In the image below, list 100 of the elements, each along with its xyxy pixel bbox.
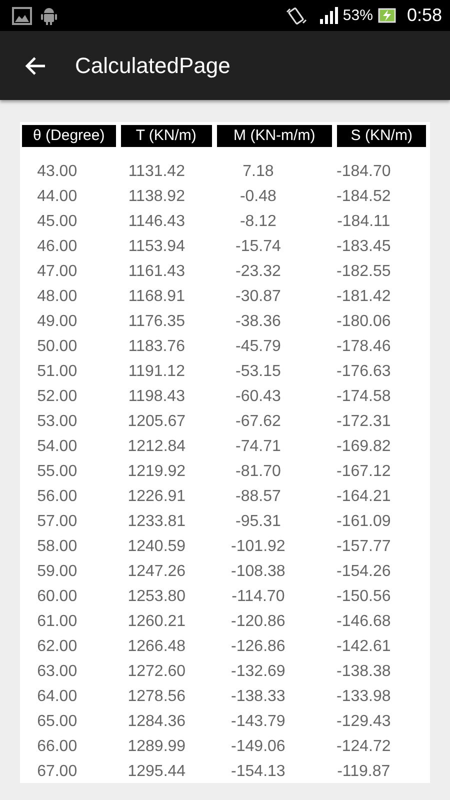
table-cell: -126.86: [231, 638, 286, 654]
table-cell: 1183.76: [128, 338, 185, 354]
column-header: M (KN-m/m): [216, 125, 332, 147]
table-cell: 1191.12: [128, 362, 185, 380]
table-cell: -172.31: [336, 412, 391, 430]
table-cell: 66.00: [37, 738, 78, 754]
table-cell: -38.36: [236, 312, 281, 330]
table-cell: -154.26: [336, 562, 391, 580]
table-cell: 1168.91: [128, 288, 185, 304]
table-cell: 1272.60: [128, 662, 186, 680]
table-cell: -132.69: [231, 662, 286, 680]
column-header: S (KN/m): [337, 125, 426, 147]
table-cell: 46.00: [37, 238, 78, 254]
table-cell: -169.82: [336, 438, 391, 454]
table-cell: 58.00: [37, 538, 78, 554]
table-cell: -150.56: [336, 588, 391, 604]
table-cell: -119.87: [337, 762, 390, 780]
table-cell: -138.38: [336, 662, 391, 680]
table-cell: 47.00: [37, 262, 78, 280]
table-cell: 1131.42: [128, 162, 185, 180]
table-cell: 44.00: [37, 188, 78, 204]
table-cell: -184.70: [336, 162, 391, 180]
table-cell: 1266.48: [128, 638, 186, 654]
table-cell: -74.71: [236, 438, 281, 454]
table-cell: 7.18: [242, 162, 274, 180]
table-cell: 43.00: [37, 162, 78, 180]
table-cell: -30.87: [236, 288, 281, 304]
table-cell: -181.42: [336, 288, 391, 304]
table-cell: -81.70: [236, 462, 281, 480]
table-cell: -0.48: [240, 188, 276, 204]
table-cell: 59.00: [37, 562, 78, 580]
table-cell: 61.00: [37, 612, 78, 630]
table-cell: 1138.92: [128, 188, 185, 204]
table-cell: -108.38: [231, 562, 286, 580]
table-cell: -45.79: [236, 338, 281, 354]
table-cell: -101.92: [231, 538, 286, 554]
table-cell: -174.58: [336, 388, 391, 404]
table-cell: -120.86: [231, 612, 286, 630]
table-cell: 1289.99: [128, 738, 186, 754]
table-cell: 54.00: [37, 438, 78, 454]
table-cell: 1205.67: [128, 412, 186, 430]
table-cell: 63.00: [37, 662, 78, 680]
table-cell: 1161.43: [128, 262, 185, 280]
table-cell: 1226.91: [128, 488, 186, 504]
table-cell: -143.79: [231, 712, 286, 730]
clock-time: 0:58: [406, 5, 442, 26]
table-cell: 1295.44: [128, 762, 186, 780]
table-cell: 67.00: [37, 762, 78, 780]
table-cell: 51.00: [37, 362, 78, 380]
table-cell: -146.68: [336, 612, 391, 630]
table-cell: -15.74: [236, 238, 281, 254]
table-cell: 50.00: [37, 338, 78, 354]
signal-icon: [320, 7, 338, 24]
table-cell: -176.63: [336, 362, 391, 380]
table-cell: -129.43: [336, 712, 391, 730]
table-cell: 1219.92: [128, 462, 186, 480]
back-arrow-icon[interactable]: [24, 56, 46, 76]
table-cell: 1176.35: [128, 312, 185, 330]
image-icon: [12, 6, 32, 24]
table-cell: 64.00: [37, 688, 78, 704]
table-cell: 1240.59: [128, 538, 186, 554]
table-cell: 56.00: [37, 488, 78, 504]
rotation-icon: [284, 6, 307, 26]
table-cell: 1146.43: [128, 212, 185, 230]
battery-charging-icon: [378, 8, 396, 23]
table-cell: -157.77: [336, 538, 391, 554]
table-cell: -53.15: [236, 362, 281, 380]
table-cell: 60.00: [37, 588, 78, 604]
table-cell: -142.61: [336, 638, 391, 654]
table-cell: -138.33: [231, 688, 286, 704]
table-cell: 1198.43: [128, 388, 185, 404]
table-cell: -167.12: [336, 462, 391, 480]
table-cell: 62.00: [37, 638, 78, 654]
table-cell: -95.31: [236, 512, 281, 530]
table-cell: 53.00: [37, 412, 78, 430]
table-cell: -180.06: [336, 312, 391, 330]
table-cell: 57.00: [37, 512, 78, 530]
table-cell: -183.45: [336, 238, 391, 254]
table-cell: 65.00: [37, 712, 78, 730]
column-header: θ (Degree): [22, 125, 116, 147]
table-cell: 48.00: [37, 288, 78, 304]
table-cell: -114.70: [232, 588, 285, 604]
table-cell: -184.11: [337, 212, 390, 230]
table-cell: -182.55: [336, 262, 391, 280]
table-cell: 1153.94: [128, 238, 185, 254]
table-cell: -88.57: [236, 488, 281, 504]
table-cell: 1284.36: [128, 712, 186, 730]
table-cell: 1260.21: [128, 612, 186, 630]
page-title: CalculatedPage: [75, 52, 230, 78]
table-cell: 1253.80: [128, 588, 186, 604]
table-cell: -124.72: [336, 738, 391, 754]
table-cell: 52.00: [37, 388, 78, 404]
table-cell: 55.00: [37, 462, 78, 480]
table-cell: -8.12: [240, 212, 276, 230]
table-cell: 1247.26: [128, 562, 186, 580]
table-cell: -67.62: [236, 412, 281, 430]
battery-percentage: 53%: [342, 7, 373, 24]
table-cell: 1212.84: [128, 438, 186, 454]
table-cell: 1233.81: [128, 512, 186, 530]
table-cell: 45.00: [37, 212, 78, 230]
